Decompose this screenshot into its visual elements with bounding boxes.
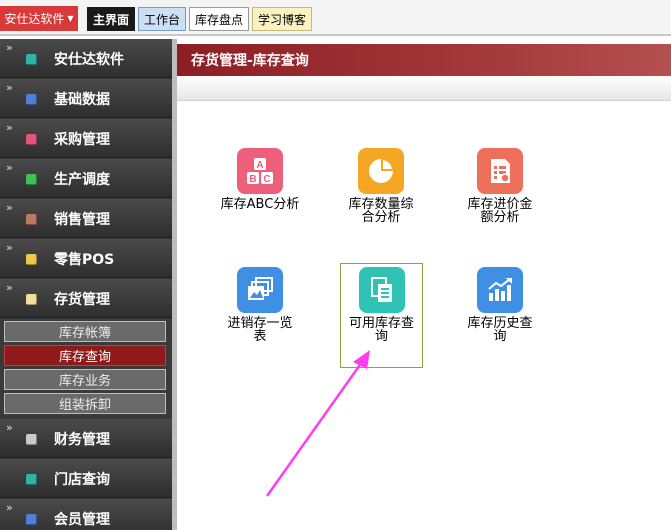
abc-analysis-icon: A B C bbox=[237, 148, 283, 194]
tile-quantity-analysis[interactable]: 库存数量综 合分析 bbox=[341, 148, 421, 224]
tile-label: 询 bbox=[374, 329, 388, 344]
report-document-icon bbox=[477, 148, 523, 194]
toolbar-strip bbox=[177, 76, 671, 101]
double-chevron-right-icon: » bbox=[6, 41, 13, 54]
svg-text:B: B bbox=[249, 174, 256, 185]
sidebar-item-production[interactable]: » 生产调度 bbox=[0, 159, 172, 198]
chevron-down-icon: ▼ bbox=[67, 14, 74, 23]
sidebar-item-label: 安仕达软件 bbox=[54, 52, 124, 68]
tile-label: 额分析 bbox=[480, 210, 520, 225]
submenu-item-stock-business[interactable]: 库存业务 bbox=[4, 369, 166, 390]
tab-workbench[interactable]: 工作台 bbox=[138, 7, 187, 31]
teal-square-icon bbox=[26, 474, 37, 485]
app-menu-button[interactable]: 安仕达软件 ▼ bbox=[0, 6, 78, 31]
sidebar-item-sales[interactable]: » 销售管理 bbox=[0, 199, 172, 238]
tile-available-stock-query[interactable]: 可用库存查 询 bbox=[340, 263, 423, 368]
app-menu-label: 安仕达软件 bbox=[4, 12, 65, 26]
main-content: 存货管理-库存查询 A B C 库存ABC分析 库存数量综 合分析 库存进价金 … bbox=[177, 44, 671, 530]
tile-stock-history-query[interactable]: 库存历史查 询 bbox=[460, 267, 540, 343]
document-list-icon bbox=[358, 267, 405, 313]
blue-square-icon bbox=[26, 94, 37, 105]
tab-inventory-count[interactable]: 库存盘点 bbox=[189, 7, 250, 31]
growth-chart-icon bbox=[477, 267, 523, 313]
page-title: 存货管理-库存查询 bbox=[177, 44, 671, 76]
tile-label: 库存ABC分析 bbox=[220, 197, 300, 212]
sidebar-item-anshida[interactable]: » 安仕达软件 bbox=[0, 39, 172, 78]
teal-square-icon bbox=[26, 54, 37, 65]
sidebar-item-label: 零售POS bbox=[54, 252, 115, 268]
svg-text:C: C bbox=[263, 174, 270, 185]
double-chevron-right-icon: » bbox=[6, 121, 13, 134]
double-chevron-right-icon: » bbox=[6, 241, 13, 254]
tile-purchase-price-analysis[interactable]: 库存进价金 额分析 bbox=[460, 148, 540, 224]
tile-inventory-overview[interactable]: 进销存一览 表 bbox=[220, 267, 300, 343]
sidebar-item-label: 生产调度 bbox=[54, 172, 110, 188]
sidebar: » 安仕达软件 » 基础数据 » 采购管理 » 生产调度 » 销售管理 » 零售… bbox=[0, 39, 172, 530]
pie-chart-icon bbox=[358, 148, 404, 194]
inventory-submenu: 库存帐簿 库存查询 库存业务 组装拆卸 bbox=[0, 319, 172, 419]
sidebar-item-finance[interactable]: » 财务管理 bbox=[0, 419, 172, 458]
tile-label: 询 bbox=[493, 329, 507, 344]
lightyellow-square-icon bbox=[26, 294, 37, 305]
double-chevron-right-icon: » bbox=[6, 501, 13, 514]
tile-abc-analysis[interactable]: A B C 库存ABC分析 bbox=[220, 148, 300, 211]
sidebar-item-label: 财务管理 bbox=[54, 432, 110, 448]
sidebar-item-label: 销售管理 bbox=[54, 212, 110, 228]
tab-bar: 主界面 工作台 库存盘点 学习博客 bbox=[87, 7, 313, 31]
green-square-icon bbox=[26, 174, 37, 185]
tab-main[interactable]: 主界面 bbox=[87, 7, 136, 31]
gray-square-icon bbox=[26, 434, 37, 445]
sidebar-item-label: 基础数据 bbox=[54, 92, 110, 108]
double-chevron-down-icon: » bbox=[6, 281, 13, 294]
brown-square-icon bbox=[26, 214, 37, 225]
submenu-item-assembly[interactable]: 组装拆卸 bbox=[4, 393, 166, 414]
svg-text:A: A bbox=[256, 160, 263, 171]
tile-label: 合分析 bbox=[361, 210, 401, 225]
divider bbox=[0, 34, 671, 36]
pink-square-icon bbox=[26, 134, 37, 145]
tile-label: 表 bbox=[253, 329, 267, 344]
layered-images-icon bbox=[237, 267, 283, 313]
sidebar-item-members[interactable]: » 会员管理 bbox=[0, 499, 172, 530]
sidebar-item-store-query[interactable]: 门店查询 bbox=[0, 459, 172, 498]
sidebar-item-purchasing[interactable]: » 采购管理 bbox=[0, 119, 172, 158]
blue-square-icon bbox=[26, 514, 37, 525]
sidebar-item-label: 会员管理 bbox=[54, 512, 110, 528]
yellow-square-icon bbox=[26, 254, 37, 265]
double-chevron-right-icon: » bbox=[6, 81, 13, 94]
sidebar-item-retail-pos[interactable]: » 零售POS bbox=[0, 239, 172, 278]
double-chevron-right-icon: » bbox=[6, 161, 13, 174]
sidebar-item-inventory[interactable]: » 存货管理 bbox=[0, 279, 172, 318]
submenu-item-stock-ledger[interactable]: 库存帐簿 bbox=[4, 321, 166, 342]
double-chevron-right-icon: » bbox=[6, 421, 13, 434]
sidebar-item-label: 采购管理 bbox=[54, 132, 110, 148]
sidebar-item-basic-data[interactable]: » 基础数据 bbox=[0, 79, 172, 118]
tab-learning-blog[interactable]: 学习博客 bbox=[252, 7, 313, 31]
top-bar: 安仕达软件 ▼ 主界面 工作台 库存盘点 学习博客 bbox=[0, 0, 671, 36]
sidebar-item-label: 门店查询 bbox=[54, 472, 110, 488]
sidebar-item-label: 存货管理 bbox=[54, 292, 110, 308]
submenu-item-stock-query[interactable]: 库存查询 bbox=[4, 345, 166, 366]
double-chevron-right-icon: » bbox=[6, 201, 13, 214]
